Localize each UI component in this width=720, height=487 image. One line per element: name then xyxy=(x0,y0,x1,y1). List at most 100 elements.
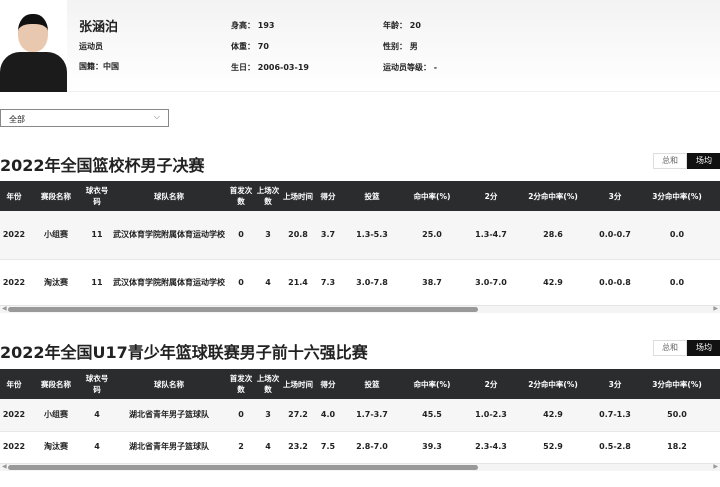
section-title: 2022年全国U17青少年篮球联赛男子前十六强比赛 xyxy=(0,343,368,362)
competition-filter-select[interactable]: 全部 ⌵ xyxy=(0,109,169,127)
table-cell: 21.4 xyxy=(282,259,314,308)
column-header: 3分 xyxy=(586,369,644,399)
player-photo xyxy=(0,0,67,92)
table-cell: 3.0-7.8 xyxy=(342,259,402,308)
column-header: 球衣号码 xyxy=(84,369,110,399)
table-cell: 25.0 xyxy=(402,211,462,260)
column-header: 3分命中率(%) xyxy=(644,181,710,211)
column-header: 2分命中率(%) xyxy=(520,369,586,399)
table-row: 2022 淘汰赛 4 湖北省青年男子篮球队 2 4 23.2 7.5 2.8-7.0 39.3 2.… xyxy=(0,431,720,464)
player-age: 年龄： 20 xyxy=(383,21,421,30)
tab-total[interactable]: 总和 xyxy=(653,340,687,356)
player-level: 运动员等级： - xyxy=(383,63,438,72)
table-cell: 3 xyxy=(254,399,282,432)
table-cell: 7.5 xyxy=(314,431,342,464)
column-header: 上场次数 xyxy=(254,369,282,399)
player-nationality: 国籍：中国 xyxy=(79,62,119,71)
column-header: 命中率(%) xyxy=(402,181,462,211)
column-header: 首发次数 xyxy=(228,181,254,211)
table-cell: 武汉体育学院附属体育运动学校 xyxy=(110,211,228,260)
column-header: 投篮 xyxy=(342,181,402,211)
player-role: 运动员 xyxy=(79,42,103,51)
horizontal-scrollbar[interactable]: ◀ ▶ xyxy=(0,305,720,313)
table-cell: 2.3-4.3 xyxy=(462,431,520,464)
table-cell: 20.8 xyxy=(282,211,314,260)
scroll-right-icon[interactable]: ▶ xyxy=(713,305,718,312)
table-cell: 2022 xyxy=(0,211,28,260)
table-cell: 0 xyxy=(228,211,254,260)
table-header: 年份 赛段名称 球衣号码 球队名称 首发次数 上场次数 上场时间 得分 投篮 命中率(%) 2分 2分… xyxy=(0,181,720,211)
table-row: 2022 小组赛 4 湖北省青年男子篮球队 0 3 27.2 4.0 1.7-3.7 45.5 1.… xyxy=(0,399,720,432)
table-cell: 2022 xyxy=(0,259,28,308)
scroll-left-icon[interactable]: ◀ xyxy=(2,305,7,312)
tab-average[interactable]: 场均 xyxy=(687,153,720,169)
chevron-down-icon: ⌵ xyxy=(153,112,160,121)
horizontal-scrollbar[interactable]: ◀ ▶ xyxy=(0,463,720,471)
scroll-left-icon[interactable]: ◀ xyxy=(2,463,7,470)
table-cell: 11 xyxy=(84,211,110,260)
column-header: 首发次数 xyxy=(228,369,254,399)
scrollbar-thumb[interactable] xyxy=(8,307,478,312)
table-header: 年份 赛段名称 球衣号码 球队名称 首发次数 上场次数 上场时间 得分 投篮 命中率(%) 2分 2分… xyxy=(0,369,720,399)
table-cell: 3.7 xyxy=(314,211,342,260)
column-header: 命中率(%) xyxy=(402,369,462,399)
stats-table: 年份 赛段名称 球衣号码 球队名称 首发次数 上场次数 上场时间 得分 投篮 命中率(%) 2分 2分… xyxy=(0,369,720,464)
column-header: 年份 xyxy=(0,181,28,211)
tab-total[interactable]: 总和 xyxy=(653,153,687,169)
stat-mode-tabs: 总和 场均 xyxy=(653,153,720,169)
table-cell: 0 xyxy=(228,259,254,308)
player-header: 张涵泊 运动员 国籍：中国 身高： 193 体重： 70 生日： 2006-03… xyxy=(0,0,720,92)
player-gender: 性别： 男 xyxy=(383,42,418,51)
table-cell: 4 xyxy=(84,431,110,464)
table-cell: 52.9 xyxy=(520,431,586,464)
column-header: 投篮 xyxy=(342,369,402,399)
table-cell: 0.0-0.7 xyxy=(586,211,644,260)
column-header: 上场时间 xyxy=(282,369,314,399)
column-header: 赛段名称 xyxy=(28,369,84,399)
column-header: 得分 xyxy=(314,181,342,211)
table-cell: 3 xyxy=(254,211,282,260)
table-cell: 50.0 xyxy=(644,399,710,432)
stats-table: 年份 赛段名称 球衣号码 球队名称 首发次数 上场次数 上场时间 得分 投篮 命中率(%) 2分 2分… xyxy=(0,181,720,308)
player-name: 张涵泊 xyxy=(79,20,119,35)
table-cell: 42.9 xyxy=(520,259,586,308)
table-cell: 45.5 xyxy=(402,399,462,432)
tab-average[interactable]: 场均 xyxy=(687,340,720,356)
table-cell: 4.0 xyxy=(314,399,342,432)
table-cell: 0.0 xyxy=(644,211,710,260)
table-cell: 27.2 xyxy=(282,399,314,432)
table-cell: 23.2 xyxy=(282,431,314,464)
table-cell: 2022 xyxy=(0,399,28,432)
table-cell: 0.5-2.8 xyxy=(586,431,644,464)
section-title: 2022年全国篮校杯男子决赛 xyxy=(0,156,205,175)
player-birthday: 生日： 2006-03-19 xyxy=(231,63,309,72)
table-cell: 淘汰赛 xyxy=(28,431,84,464)
table-cell: 28.6 xyxy=(520,211,586,260)
table-cell: 39.3 xyxy=(402,431,462,464)
column-header: 球队名称 xyxy=(110,369,228,399)
scrollbar-thumb[interactable] xyxy=(8,465,478,470)
scroll-right-icon[interactable]: ▶ xyxy=(713,463,718,470)
table-cell: 1.7-3.7 xyxy=(342,399,402,432)
table-cell: 2022 xyxy=(0,431,28,464)
column-header: 3分命中率(%) xyxy=(644,369,710,399)
column-header: 上场时间 xyxy=(282,181,314,211)
column-header: 球队名称 xyxy=(110,181,228,211)
player-weight: 体重： 70 xyxy=(231,42,269,51)
table-cell: 0 xyxy=(228,399,254,432)
filter-value: 全部 xyxy=(9,115,25,124)
table-cell: 42.9 xyxy=(520,399,586,432)
table-cell: 11 xyxy=(84,259,110,308)
stat-mode-tabs: 总和 场均 xyxy=(653,340,720,356)
column-header: 2分 xyxy=(462,181,520,211)
table-cell: 0.0 xyxy=(644,259,710,308)
table-cell: 小组赛 xyxy=(28,211,84,260)
column-header: 2分命中率(%) xyxy=(520,181,586,211)
column-header: 3分 xyxy=(586,181,644,211)
table-cell: 2.8-7.0 xyxy=(342,431,402,464)
table-cell: 3.0-7.0 xyxy=(462,259,520,308)
table-cell: 小组赛 xyxy=(28,399,84,432)
player-height: 身高： 193 xyxy=(231,21,275,30)
table-cell: 0.7-1.3 xyxy=(586,399,644,432)
table-cell: 18.2 xyxy=(644,431,710,464)
